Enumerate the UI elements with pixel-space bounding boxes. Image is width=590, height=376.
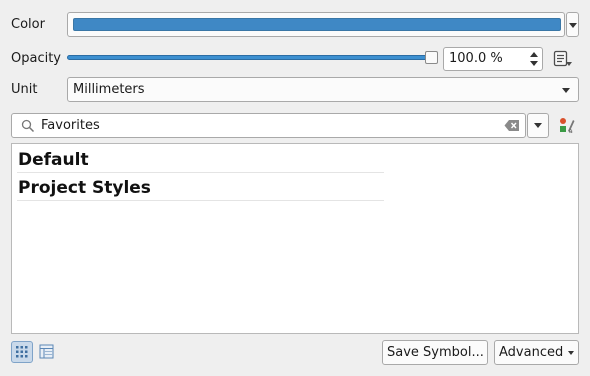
list-item[interactable]: Default	[17, 146, 384, 173]
opacity-slider[interactable]	[67, 55, 429, 60]
unit-combobox[interactable]: Millimeters	[67, 77, 579, 102]
save-symbol-button[interactable]: Save Symbol...	[382, 340, 488, 365]
color-button[interactable]	[67, 12, 565, 37]
advanced-button[interactable]: Advanced	[494, 340, 579, 365]
chevron-down-icon	[569, 23, 577, 28]
style-manager-icon[interactable]: a	[558, 116, 576, 134]
clear-text-icon[interactable]	[504, 119, 520, 132]
spin-up-icon[interactable]	[530, 52, 538, 57]
list-item[interactable]: Project Styles	[17, 174, 384, 201]
symbol-search-input[interactable]: Favorites	[11, 113, 526, 138]
color-swatch	[73, 18, 561, 31]
advanced-label: Advanced	[499, 345, 564, 360]
opacity-value: 100.0 %	[449, 51, 503, 66]
color-label: Color	[11, 17, 45, 32]
svg-text:a: a	[569, 128, 573, 134]
data-defined-override-icon[interactable]	[551, 48, 575, 70]
list-view-button[interactable]	[36, 341, 58, 363]
unit-selected-value: Millimeters	[73, 82, 145, 97]
save-symbol-label: Save Symbol...	[387, 345, 484, 360]
opacity-slider-handle[interactable]	[425, 51, 438, 64]
spin-down-icon[interactable]	[530, 61, 538, 66]
chevron-down-icon	[562, 88, 570, 93]
group-label-default: Default	[18, 150, 89, 170]
chevron-down-icon	[568, 351, 574, 355]
icon-view-button[interactable]	[11, 341, 33, 363]
opacity-spin-buttons[interactable]	[526, 48, 542, 70]
search-icon	[21, 119, 35, 133]
opacity-label: Opacity	[11, 51, 62, 66]
list-view-icon	[39, 344, 54, 359]
search-value: Favorites	[41, 118, 100, 133]
color-dropdown-button[interactable]	[566, 12, 579, 37]
chevron-down-icon	[534, 123, 542, 128]
unit-label: Unit	[11, 82, 38, 97]
opacity-spinbox[interactable]: 100.0 %	[443, 47, 543, 71]
icon-view-icon	[16, 346, 28, 358]
symbol-list[interactable]: Default Project Styles	[11, 143, 579, 334]
group-label-project-styles: Project Styles	[18, 178, 151, 198]
search-filter-dropdown[interactable]	[527, 113, 549, 138]
